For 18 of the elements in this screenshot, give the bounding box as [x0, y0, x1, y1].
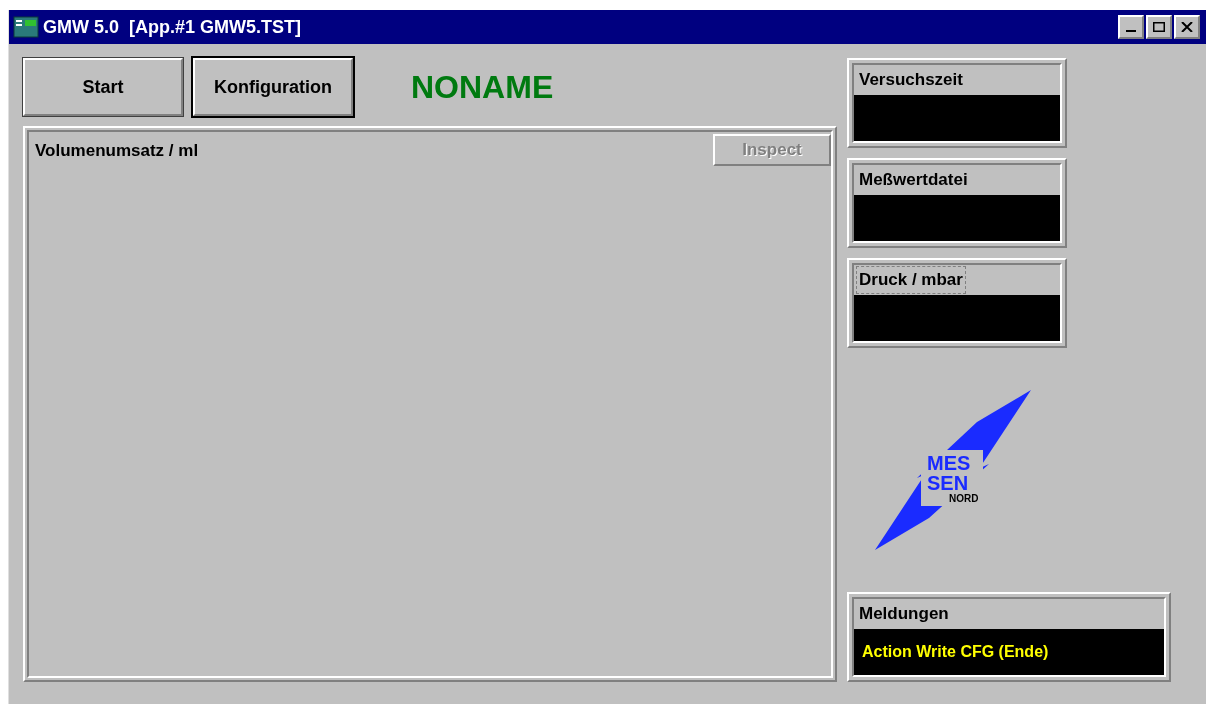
toolbar-button[interactable]: Konfiguration [193, 58, 353, 116]
display-label: Meldungen [858, 603, 950, 626]
close-icon [1181, 22, 1193, 32]
display-label: Meßwertdatei [858, 169, 969, 192]
minimize-button[interactable] [1118, 15, 1144, 39]
maximize-button[interactable] [1146, 15, 1172, 39]
close-button[interactable] [1174, 15, 1200, 39]
project-name: NONAME [411, 68, 554, 107]
chart-title: Volumenumsatz / ml [35, 140, 199, 162]
window-title: GMW 5.0 [App.#1 GMW5.TST] [43, 15, 302, 39]
display-label: Versuchszeit [858, 69, 964, 92]
maximize-icon [1153, 22, 1165, 32]
message-text: Action Write CFG (Ende) [862, 642, 1049, 662]
toolbar-button[interactable]: Start [23, 58, 183, 116]
minimize-icon [1126, 30, 1136, 32]
display-label: Druck / mbar [856, 266, 966, 294]
logo-drawing: MES SEN NORD [873, 388, 1033, 552]
app-icon [13, 16, 39, 38]
